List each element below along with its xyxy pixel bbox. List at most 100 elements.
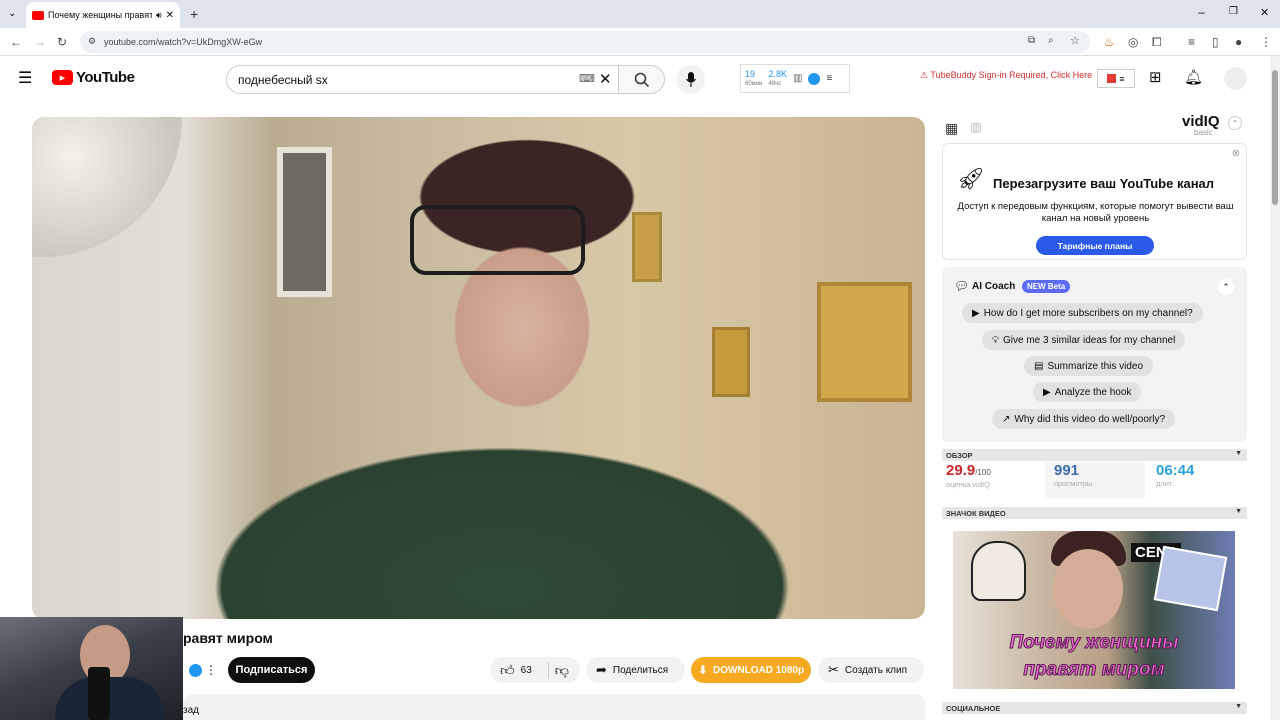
wall-picture-sunflowers-large [817,282,912,402]
download-icon: ⬇ [697,663,708,677]
search-button[interactable] [618,65,665,94]
extension-flame-icon[interactable]: ♨ [1104,35,1115,49]
chart-icon[interactable]: ▥ [793,73,802,84]
speaker-icon[interactable]: 🔊︎ [156,10,162,21]
create-clip-button[interactable]: ✂ Создать клип [818,657,924,683]
glasses-frame [410,205,585,275]
document-icon: ▤ [1034,360,1044,372]
video-player[interactable] [32,117,925,619]
tab-title: Почему женщины правят [48,10,152,20]
vidiq-view-toggle: ▦ ▥ [945,120,982,137]
scissors-icon: ✂ [828,662,839,677]
coach-collapse-icon[interactable]: ⌃ [1218,279,1234,295]
collapse-chevron-icon[interactable]: ⌃ [1228,116,1242,130]
stat-views-60min: 19 60мин [745,68,763,87]
back-arrow-icon[interactable]: ← [10,35,22,49]
tab-list-chevron-icon[interactable]: ⌄ [8,8,16,19]
wall-picture-small [632,212,662,282]
page-scrollbar[interactable] [1270,56,1280,720]
dislike-thumb-icon[interactable]: 👎︎ [555,662,569,679]
video-thumbnail-preview[interactable]: CENS Почему женщины правят миром [953,531,1235,689]
browser-tab-bar: ⌄ Почему женщины правят 🔊︎ ✕ + – ❐ ✕ [0,0,1280,28]
vidiq-channel-badge-icon[interactable] [189,664,202,677]
like-count: 63 [520,664,532,676]
duration-label: длит [1156,479,1173,488]
rocket-icon: 🚀︎ [957,166,985,191]
maximize-icon[interactable]: ❐ [1229,6,1238,17]
bookmark-star-icon[interactable]: ☆ [1070,34,1080,47]
new-tab-plus-icon[interactable]: + [190,6,198,22]
coach-question-subscribers[interactable]: ▶ How do I get more subscribers on my cha… [962,303,1203,323]
browser-menu-icon[interactable]: ⋮ [1260,35,1272,49]
share-button[interactable]: ➦ Поделиться [586,657,685,683]
webcam-microphone [88,667,110,720]
views-cell: 991 просмотры [1045,462,1145,499]
vidiq-score-cell: 29.9/100 оценка vidIQ [946,462,1046,499]
notifications-bell-icon[interactable]: 🔔︎ [1184,68,1203,86]
like-divider [547,662,549,678]
duration-cell: 06:44 длит [1146,462,1246,499]
url-bar[interactable]: ⚙ youtube.com/watch?v=UkDmgXW-eGw ⧉ ⌕ ☆ [80,31,1090,53]
coach-question-ideas[interactable]: 💡︎ Give me 3 similar ideas for my channel [982,330,1186,350]
vidiq-score: 29.9 [946,462,976,479]
zoom-icon[interactable]: ⌕ [1048,35,1054,46]
vidiq-logo: vidIQ basic [1182,113,1220,137]
search-icon [634,72,649,87]
section-dropdown-icon: ▼ [1235,703,1242,710]
list-icon[interactable]: ≡ [826,73,832,84]
voice-search-button[interactable] [676,65,705,94]
profile-avatar-icon[interactable]: ● [1235,35,1242,49]
vidiq-promo-card: ⊗ 🚀︎ Перезагрузите ваш YouTube канал Дос… [942,143,1247,260]
extension-globe-icon[interactable]: ◎ [1128,35,1138,49]
like-dislike-group: 👍︎ 63 👎︎ [490,657,580,683]
youtube-logo[interactable]: ▶ YouTube [52,69,135,86]
thumbnail-section-header[interactable]: ЗНАЧОК ВИДЕО ▼ [942,507,1247,519]
minimize-icon[interactable]: – [1198,5,1205,19]
extensions-puzzle-icon[interactable]: ⧠ [1152,35,1162,49]
download-button[interactable]: ⬇ DOWNLOAD 1080p [691,657,811,683]
create-video-icon[interactable]: ⊞ [1149,68,1162,86]
pricing-plans-button[interactable]: Тарифные планы [1036,236,1154,255]
browser-tab[interactable]: Почему женщины правят 🔊︎ ✕ [26,2,180,28]
url-text: youtube.com/watch?v=UkDmgXW-eGw [104,37,263,47]
ai-coach-panel: 💬︎ AI Coach NEW Beta ⌃ ▶ How do I get mor… [942,267,1247,442]
window-close-icon[interactable]: ✕ [1260,6,1269,19]
search-query-text: поднебесный sx [238,72,328,87]
address-toolbar: ← → ↻ ⚙ youtube.com/watch?v=UkDmgXW-eGw … [0,28,1280,56]
play-icon: ▶ [1043,386,1051,398]
keyboard-icon[interactable]: ⌨ [579,72,595,85]
coach-question-performance[interactable]: ↗ Why did this video do well/poorly? [992,409,1176,429]
cast-icon[interactable]: ⧉ [1028,35,1035,46]
account-avatar[interactable] [1224,67,1247,90]
webcam-shirt [55,677,165,720]
more-options-icon[interactable]: ⋮ [205,663,217,677]
reload-icon[interactable]: ↻ [57,35,67,49]
vidiq-realtime-stats[interactable]: 19 60мин 2.8K 48чс ▥ ≡ [740,64,850,93]
coach-question-hook[interactable]: ▶ Analyze the hook [1033,382,1142,402]
site-info-icon[interactable]: ⚙ [88,36,96,47]
grid-view-icon[interactable]: ▦ [945,120,958,137]
play-icon: ▶ [972,307,980,319]
like-thumb-icon[interactable]: 👍︎ [500,662,515,679]
forward-arrow-icon[interactable]: → [34,35,46,49]
social-section-header[interactable]: СОЦИАЛЬНОЕ ▼ [942,702,1247,714]
door-window [277,147,332,297]
overview-section-header[interactable]: ОБЗОР ▼ [942,449,1247,461]
search-input[interactable]: поднебесный sx ⌨ ✕ [226,65,619,94]
side-panel-icon[interactable]: ▯ [1212,35,1219,49]
vidiq-score-max: /100 [975,468,991,477]
media-control-icon[interactable]: ≡ [1188,35,1195,49]
clear-search-icon[interactable]: ✕ [599,70,612,88]
tab-close-icon[interactable]: ✕ [166,10,174,21]
description-box[interactable]: зад [183,694,925,720]
tubebuddy-signin-link[interactable]: ⚠ TubeBuddy Sign-in Required, Click Here [920,70,1092,81]
scrollbar-thumb[interactable] [1272,70,1278,205]
promo-close-icon[interactable]: ⊗ [1232,148,1240,159]
coach-question-summarize[interactable]: ▤ Summarize this video [1024,356,1154,376]
stats-view-icon[interactable]: ▥ [970,120,981,137]
subscribe-button[interactable]: Подписаться [228,657,315,683]
tubebuddy-menu-button[interactable]: ≡ [1097,69,1135,88]
hamburger-menu-icon[interactable]: ☰ [18,68,32,88]
views-label: просмотры [1054,479,1093,488]
vidiq-badge-icon[interactable] [808,72,821,85]
